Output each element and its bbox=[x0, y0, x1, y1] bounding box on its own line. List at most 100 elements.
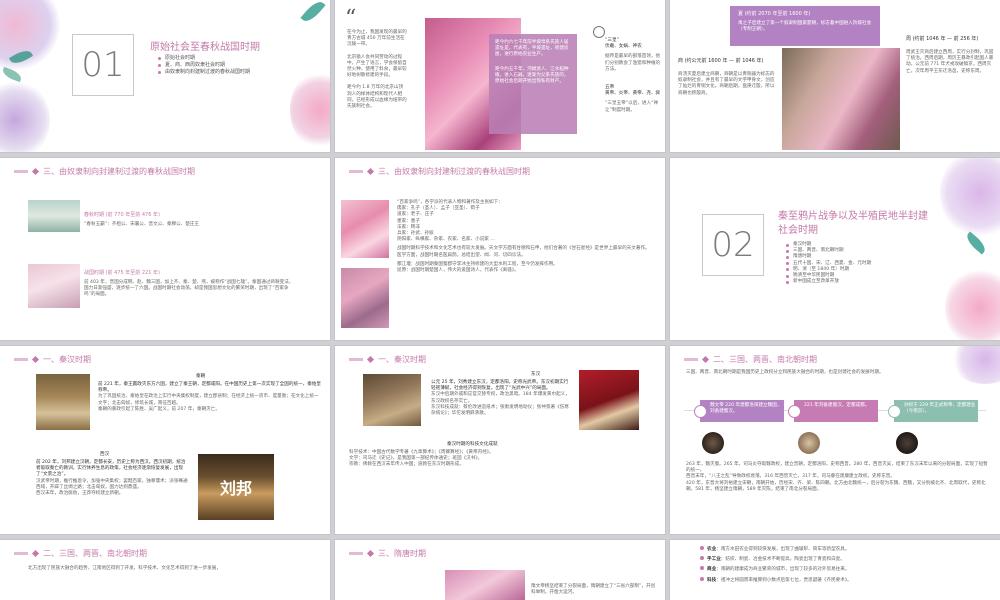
bullet-label: 科技 bbox=[707, 577, 717, 583]
text-five-emperors: “三皇五帝”以后，进入“禅让”制度时期。 bbox=[605, 101, 659, 113]
watercolor-flower-decoration bbox=[945, 268, 1000, 340]
header-text: 三、由奴隶制向封建制过渡的春秋战国时期 bbox=[43, 167, 195, 176]
qin-text: 前 221 年，秦王嬴政灭东方六国，建立了秦王朝，定都咸阳。在中国历史上第一次实… bbox=[98, 382, 322, 413]
slide-1[interactable]: 01 原始社会至春秋战国时期 原始社会时期 夏、商、西周奴隶社会时期 由奴隶制向… bbox=[0, 0, 330, 152]
bullet-label: 农业 bbox=[707, 547, 717, 552]
shang-title: 商 (约公元前 1600 年 — 前 1046 年) bbox=[678, 58, 764, 64]
bullet-list: 农业：南方水田农业得到较快发展，出现了曲辕犁、筒车等新型农具。 手工业：纺织、制… bbox=[700, 546, 990, 584]
slide-header: 一、秦汉时期 bbox=[349, 354, 426, 365]
slide-12[interactable]: 农业：南方水田农业得到较快发展，出现了曲辕犁、筒车等新型农具。 手工业：纺织、制… bbox=[670, 540, 1000, 600]
text-three-sovereigns: 据传是最早的部落首领，他们分别教会了渔猎和种植的方法。 bbox=[605, 54, 661, 72]
section-title: 原始社会至春秋战国时期 bbox=[150, 42, 260, 53]
bullet-item: 手工业：纺织、制瓷、冶金技术不断提高，陶瓷出现了青瓷和白瓷。 bbox=[700, 556, 990, 563]
paragraph: 263 年，魏灭蜀。265 年，司马炎夺取魏政权，建立晋朝，定都洛阳，史称西晋。… bbox=[686, 462, 988, 474]
paragraph: 阴阳家、纵横家、杂家、农家、名家、小说家 … bbox=[397, 237, 495, 243]
plus-icon bbox=[694, 405, 707, 418]
paragraph: 战国时期科学技术和文化艺术也有较大发展。天文学方面有甘德和石申，他们合著的《甘石… bbox=[397, 246, 650, 252]
slide-7[interactable]: 一、秦汉时期 秦朝 前 221 年，秦王嬴政灭东方六国，建立了秦王朝，定都咸阳。… bbox=[0, 346, 330, 534]
slide-6[interactable]: 02 秦至鸦片战争以及半殖民地半封建社会时期 秦汉时期 三国、两晋、南北朝时期 … bbox=[670, 158, 1000, 340]
bullet-item: 新中国成立至改革开放 bbox=[786, 279, 871, 285]
bullet-text: 祖冲之将圆周率推算到小数点后第七位，贾思勰著《齐民要术》。 bbox=[720, 577, 852, 583]
section-title: 秦至鸦片战争以及半殖民地半封建社会时期 bbox=[778, 211, 928, 236]
achievements-title: 秦汉时期的科技文化成就 bbox=[447, 442, 498, 447]
card-text: 魏文帝 220 年建都洛阳建立魏国，刘备建蜀汉。 bbox=[710, 403, 782, 415]
paragraph: 前 202 年，刘邦建立汉朝，定都长安，历史上称为西汉。西汉初期，统治者吸取秦亡… bbox=[36, 460, 186, 478]
bullet-label: 商业 bbox=[707, 567, 717, 573]
bullet-text: 南方水田农业得到较快发展，出现了曲辕犁、筒车等新型农具。 bbox=[720, 547, 850, 552]
paragraph: 前 221 年，秦王嬴政灭东方六国，建立了秦王朝，定都咸阳。在中国历史上第一次实… bbox=[98, 382, 322, 394]
watercolor-flower-decoration bbox=[290, 70, 330, 150]
section-number-box: 02 bbox=[702, 214, 764, 276]
paragraph: 距今约 1.8 万年的北京山顶洞人的样体结构和现代人相同，已经形成以血缘为纽带的… bbox=[347, 85, 407, 110]
warring-states-title: 战国时期 (前 475 年至前 221 年) bbox=[84, 270, 160, 276]
slide-header: 二、三国、两晋、南北朝时期 bbox=[14, 548, 147, 559]
eastern-han-text: 公元 25 年，刘秀建立东汉，定都洛阳，史称光武帝。东汉初期实行轻徭薄赋，社会经… bbox=[431, 380, 571, 417]
paragraph: 在今为止，我国发现的最早的青方古城 450 万年前生活在沅陵一带。 bbox=[347, 30, 407, 48]
xia-banner: 夏 (约前 2070 年至前 1600 年) 禹之子启建立了第一个奴隶制国家夏朝… bbox=[730, 6, 880, 46]
overlay-panel: 距今约六七千年前半坡母系氏族人居遗址是，代表有，半坡遗址，修建房屋，进行原始农业… bbox=[489, 34, 577, 134]
bullet-label: 手工业 bbox=[707, 557, 721, 563]
paragraph: 公元 25 年，刘秀建立东汉，定都洛阳，史称光武帝。东汉初期实行轻徭薄赋，社会经… bbox=[431, 380, 569, 392]
zhou-title: 周 (约前 1046 年 — 前 256 年) bbox=[906, 36, 979, 42]
intro-text: 三国、两晋、南北朝时期是我国历史上政权分立和民族大融合的时期，也是封建社会的发展… bbox=[686, 370, 884, 375]
portrait-caption: 刘邦 bbox=[219, 479, 252, 498]
section-bullets: 秦汉时期 三国、两晋、南北朝时期 隋唐时期 五代十国、宋、辽、西夏、金、元时期 … bbox=[786, 242, 871, 285]
slide-3[interactable]: 夏 (约前 2070 年至前 1600 年) 禹之子启建立了第一个奴隶制国家夏朝… bbox=[670, 0, 1000, 152]
liu-bang-portrait: 刘邦 bbox=[198, 454, 274, 520]
paragraph: 东汉科技成就：蔡伦改进造纸术；张衡发明地动仪；张仲景著《伤寒杂病论》；华佗发明麻… bbox=[431, 404, 569, 417]
slide-header: 二、三国、两晋、南北朝时期 bbox=[684, 354, 817, 365]
intro-text: 在今为止，我国发现的最早的青方古城 450 万年前生活在沅陵一带。 北京猿人会共… bbox=[347, 30, 407, 110]
bullet-text: 纺织、制瓷、冶金技术不断提高，陶瓷出现了青瓷和白瓷。 bbox=[725, 557, 845, 563]
paragraph: 西汉末年，政治腐败，王莽夺权建立新朝。 bbox=[36, 491, 124, 497]
paragraph: 汉武帝时期，推行推恩令，加强中央集权；罢黜百家，独尊儒术；派张骞通西域，开辟了丝… bbox=[36, 478, 188, 490]
sub-five-emperors: 黄帝、炎帝、黄帝、尧、舜 bbox=[605, 91, 661, 97]
flower-branch-photo bbox=[782, 48, 900, 150]
western-han-label: 西汉 bbox=[100, 452, 110, 457]
sub-three-sovereigns: 伏羲、女娲、神农 bbox=[605, 44, 642, 50]
spring-autumn-text: “春秋五霸”：齐桓公、宋襄公、晋文公、秦穆公、楚庄王 bbox=[84, 222, 200, 227]
plus-icon bbox=[788, 405, 801, 418]
qin-label: 秦朝 bbox=[196, 374, 206, 379]
slide-2[interactable]: “ 在今为止，我国发现的最早的青方古城 450 万年前生活在沅陵一带。 北京猿人… bbox=[335, 0, 665, 152]
slide-10[interactable]: 二、三国、两晋、南北朝时期 北方出现了民族大融合的趋势，江南地区得到了开发，科学… bbox=[0, 540, 330, 600]
slide-11[interactable]: 三、隋唐时期 隋文帝杨坚结束了分裂局面，隋朝建立了“三省六部制”，开创科举制，开… bbox=[335, 540, 665, 600]
eastern-han-label: 东汉 bbox=[531, 372, 541, 377]
leaf-decoration bbox=[300, 0, 326, 25]
bullet-item: 商业：南朝的建康成为商业繁荣的城市，出现了较多的对外贸易往来。 bbox=[700, 566, 990, 573]
card-text: 221 年刘备建蜀汉，定都成都。 bbox=[804, 403, 870, 408]
quote-mark: “ bbox=[345, 6, 357, 31]
bullet-item: 原始社会时期 bbox=[158, 55, 250, 62]
slide-header: 一、秦汉时期 bbox=[14, 354, 91, 365]
achievements-text: 科学技术：中国古代数学专著《九章算术》；《周髀算经》；《黄帝内经》。 文学：司马… bbox=[349, 450, 649, 469]
header-text: 二、三国、两晋、南北朝时期 bbox=[43, 549, 147, 558]
shang-text: 商汤灭夏后建立商朝，商朝是以青铜器为标志的奴隶制社会，并且有了最早的文字甲骨文，… bbox=[678, 72, 775, 96]
history-text: 263 年，魏灭蜀。265 年，司马炎夺取魏政权，建立晋朝，定都洛阳，史称西晋。… bbox=[686, 462, 988, 493]
bullet-item: 农业：南方水田农业得到较快发展，出现了曲辕犁、筒车等新型农具。 bbox=[700, 546, 990, 553]
slide-header: 三、由奴隶制向封建制过渡的春秋战国时期 bbox=[14, 166, 195, 177]
paragraph: 医学方面，战国时期名医扁鹊，总结出望、闻、问、切四诊法。 bbox=[397, 252, 526, 258]
western-han-text: 前 202 年，刘邦建立汉朝，定都长安，历史上称为西汉。西汉初期，统治者吸取秦亡… bbox=[36, 460, 188, 497]
section-number-box: 01 bbox=[72, 34, 134, 96]
eastern-han-painting bbox=[363, 374, 421, 426]
slide-header: 三、隋唐时期 bbox=[349, 548, 426, 559]
header-text: 三、由奴隶制向封建制过渡的春秋战国时期 bbox=[378, 167, 530, 176]
intro-text: 北方出现了民族大融合的趋势，江南地区得到了开发，科学技术、文化艺术得到了进一步发… bbox=[28, 566, 221, 571]
watercolor-flower-decoration bbox=[950, 346, 1000, 384]
avatar bbox=[798, 432, 820, 454]
zhou-text: 周武王灭商后建立西周，实行分封制，巩固了统治。西周后期，周厉王暴政引起国人暴动。… bbox=[906, 50, 994, 74]
slide-9[interactable]: 二、三国、两晋、南北朝时期 三国、两晋、南北朝时期是我国历史上政权分立和民族大融… bbox=[670, 346, 1000, 534]
paragraph: 宗教：佛教在西汉末年传入中国；道教在东汉时期形成。 bbox=[349, 462, 464, 468]
avatar bbox=[702, 432, 724, 454]
slide-5[interactable]: 三、由奴隶制向封建制过渡的春秋战国时期 “百家争鸣”，各学派的代表人物和著作及主… bbox=[335, 158, 665, 340]
header-text: 一、秦汉时期 bbox=[378, 355, 426, 364]
overlay-text: 距今约六七千年前半坡母系氏族人居遗址是，代表有，半坡遗址，修建房屋，进行原始农业… bbox=[495, 40, 569, 58]
slide-4[interactable]: 三、由奴隶制向封建制过渡的春秋战国时期 春秋时期 (前 770 年至前 476 … bbox=[0, 158, 330, 340]
schools-text: “百家争鸣”，各学派的代表人物和著作及主张如下： 儒家：孔子（圣人）、孟子（亚圣… bbox=[397, 200, 659, 274]
avatar bbox=[896, 432, 918, 454]
paragraph: 秦朝的暴政引起了陈胜、吴广起义，前 207 年，秦朝灭亡。 bbox=[98, 406, 220, 412]
header-text: 二、三国、两晋、南北朝时期 bbox=[713, 355, 817, 364]
slide-8[interactable]: 一、秦汉时期 东汉 公元 25 年，刘秀建立东汉，定都洛阳，史称光武帝。东汉初期… bbox=[335, 346, 665, 534]
qin-emperor-portrait bbox=[36, 374, 90, 430]
header-text: 一、秦汉时期 bbox=[43, 355, 91, 364]
paragraph: 北京猿人会共同劳动的过程中，产生了语言，学会保留自然火种，使用了料食，最早较好地… bbox=[347, 54, 407, 79]
